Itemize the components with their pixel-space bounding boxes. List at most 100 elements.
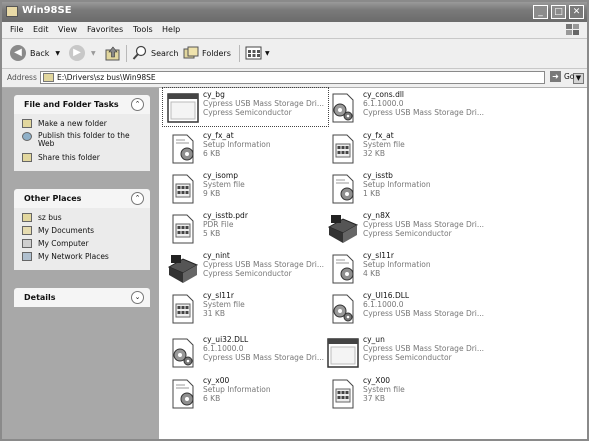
title-bar[interactable]: Win98SE _ □ ✕ <box>2 2 587 22</box>
search-label: Search <box>151 48 179 58</box>
panel-header[interactable]: File and Folder Tasks ⌃ <box>14 95 150 114</box>
panel-header[interactable]: Details ⌄ <box>14 288 150 307</box>
views-button[interactable]: ▼ <box>245 44 270 62</box>
inf-icon <box>167 133 199 165</box>
file-item[interactable]: cy_nint Cypress USB Mass Storage Dri... Cy… <box>163 249 328 287</box>
folder-icon <box>6 6 18 17</box>
place-my-documents[interactable]: My Documents <box>14 225 150 238</box>
file-type: System file <box>203 180 245 189</box>
file-name: cy_fx_at <box>203 131 234 140</box>
file-name: cy_bg <box>203 90 225 99</box>
file-name: cy_fx_at <box>363 131 394 140</box>
back-button[interactable]: ◀ Back ▼ <box>10 44 60 62</box>
file-name: cy_X00 <box>363 376 390 385</box>
file-name: cy_un <box>363 335 385 344</box>
file-item[interactable]: cy_isomp System file 9 KB <box>163 169 328 207</box>
file-name: cy_ui32.DLL <box>203 335 249 344</box>
sys-icon <box>327 133 359 165</box>
file-detail: 32 KB <box>363 149 385 158</box>
file-type: Cypress USB Mass Storage Dri... <box>363 344 485 353</box>
forward-button[interactable]: ▶ ▼ <box>69 44 96 62</box>
dll-icon <box>327 293 359 325</box>
address-dropdown-button[interactable]: ▼ <box>573 73 584 84</box>
task-share-folder[interactable]: Share this folder <box>14 152 150 165</box>
file-type: System file <box>363 140 405 149</box>
toolbar-separator <box>126 45 127 62</box>
file-item[interactable]: cy_sl11r Setup Information 4 KB <box>323 249 488 287</box>
place-my-computer[interactable]: My Computer <box>14 238 150 251</box>
search-button[interactable]: Search <box>132 44 178 62</box>
inf-icon <box>327 173 359 205</box>
file-item[interactable]: cy_isstb Setup Information 1 KB <box>323 169 488 207</box>
maximize-button[interactable]: □ <box>551 5 566 19</box>
up-folder-icon <box>105 46 120 61</box>
file-type: System file <box>363 385 405 394</box>
place-label: sz bus <box>38 213 62 222</box>
file-detail: Cypress Semiconductor <box>363 229 452 238</box>
window-icon <box>327 337 359 369</box>
menu-view[interactable]: View <box>58 25 77 34</box>
file-detail: Cypress USB Mass Storage Dri... <box>363 309 485 318</box>
views-icon <box>245 46 262 60</box>
menu-favorites[interactable]: Favorites <box>87 25 123 34</box>
sys-icon <box>167 213 199 245</box>
menu-tools[interactable]: Tools <box>133 25 153 34</box>
file-item[interactable]: cy_X00 System file 37 KB <box>323 374 488 412</box>
file-item[interactable]: cy_n8X Cypress USB Mass Storage Dri... Cyp… <box>323 209 488 247</box>
file-detail: 37 KB <box>363 394 385 403</box>
file-detail: 6 KB <box>203 149 221 158</box>
file-item[interactable]: cy_bg Cypress USB Mass Storage Dri... Cypr… <box>162 87 329 127</box>
file-item[interactable]: cy_UI16.DLL 6.1.1000.0 Cypress USB Mass St… <box>323 289 488 327</box>
file-item[interactable]: cy_isstb.pdr PDR File 5 KB <box>163 209 328 247</box>
task-pane: File and Folder Tasks ⌃ Make a new folde… <box>2 88 159 439</box>
explorer-window: Win98SE _ □ ✕ File Edit View Favorites T… <box>0 0 589 441</box>
place-sz-bus[interactable]: sz bus <box>14 212 150 225</box>
file-item[interactable]: cy_x00 Setup Information 6 KB <box>163 374 328 412</box>
search-icon <box>132 45 147 60</box>
file-item[interactable]: cy_ui32.DLL 6.1.1000.0 Cypress USB Mass St… <box>163 333 328 371</box>
menu-file[interactable]: File <box>10 25 23 34</box>
file-item[interactable]: cy_sl11r System file 31 KB <box>163 289 328 327</box>
sys-icon <box>167 173 199 205</box>
place-label: My Documents <box>38 226 95 235</box>
file-type: 6.1.1000.0 <box>203 344 244 353</box>
collapse-chevron-icon[interactable]: ⌃ <box>131 98 144 111</box>
file-detail: 9 KB <box>203 189 221 198</box>
file-type: 6.1.1000.0 <box>363 99 404 108</box>
place-my-network-places[interactable]: My Network Places <box>14 251 150 264</box>
minimize-button[interactable]: _ <box>533 5 548 19</box>
address-input[interactable]: E:\Drivers\sz bus\Win98SE ▼ <box>40 71 584 84</box>
menu-help[interactable]: Help <box>162 25 180 34</box>
file-name: cy_x00 <box>203 376 230 385</box>
file-item[interactable]: cy_cons.dll 6.1.1000.0 Cypress USB Mass St… <box>323 88 488 126</box>
panel-title: Details <box>24 293 56 302</box>
close-button[interactable]: ✕ <box>569 5 584 19</box>
folders-button[interactable]: Folders <box>183 44 231 62</box>
menu-bar: File Edit View Favorites Tools Help <box>2 22 587 39</box>
file-item[interactable]: cy_un Cypress USB Mass Storage Dri... Cypr… <box>323 333 488 371</box>
file-type: System file <box>203 300 245 309</box>
folder-icon <box>43 73 54 82</box>
other-places-panel: Other Places ⌃ sz bus My Documents My Co… <box>14 189 150 270</box>
window-title: Win98SE <box>22 5 72 16</box>
back-arrow-icon: ◀ <box>10 45 26 61</box>
go-label: Go <box>564 72 575 81</box>
file-type: Setup Information <box>203 385 271 394</box>
up-folder-button[interactable] <box>105 44 121 62</box>
go-button[interactable]: ➜ Go <box>550 71 574 82</box>
task-make-new-folder[interactable]: Make a new folder <box>14 118 150 131</box>
task-publish-folder[interactable]: Publish this folder to the Web <box>14 131 150 152</box>
chevron-down-icon: ▼ <box>91 49 96 57</box>
expand-chevron-icon[interactable]: ⌄ <box>131 291 144 304</box>
panel-header[interactable]: Other Places ⌃ <box>14 189 150 208</box>
file-name: cy_UI16.DLL <box>363 291 410 300</box>
folder-icon <box>22 213 32 222</box>
file-type: Cypress USB Mass Storage Dri... <box>363 220 485 229</box>
file-name: cy_n8X <box>363 211 390 220</box>
file-item[interactable]: cy_fx_at Setup Information 6 KB <box>163 129 328 167</box>
menu-edit[interactable]: Edit <box>33 25 49 34</box>
file-item[interactable]: cy_fx_at System file 32 KB <box>323 129 488 167</box>
collapse-chevron-icon[interactable]: ⌃ <box>131 192 144 205</box>
file-detail: 6 KB <box>203 394 221 403</box>
panel-body: Make a new folder Publish this folder to… <box>14 114 150 171</box>
